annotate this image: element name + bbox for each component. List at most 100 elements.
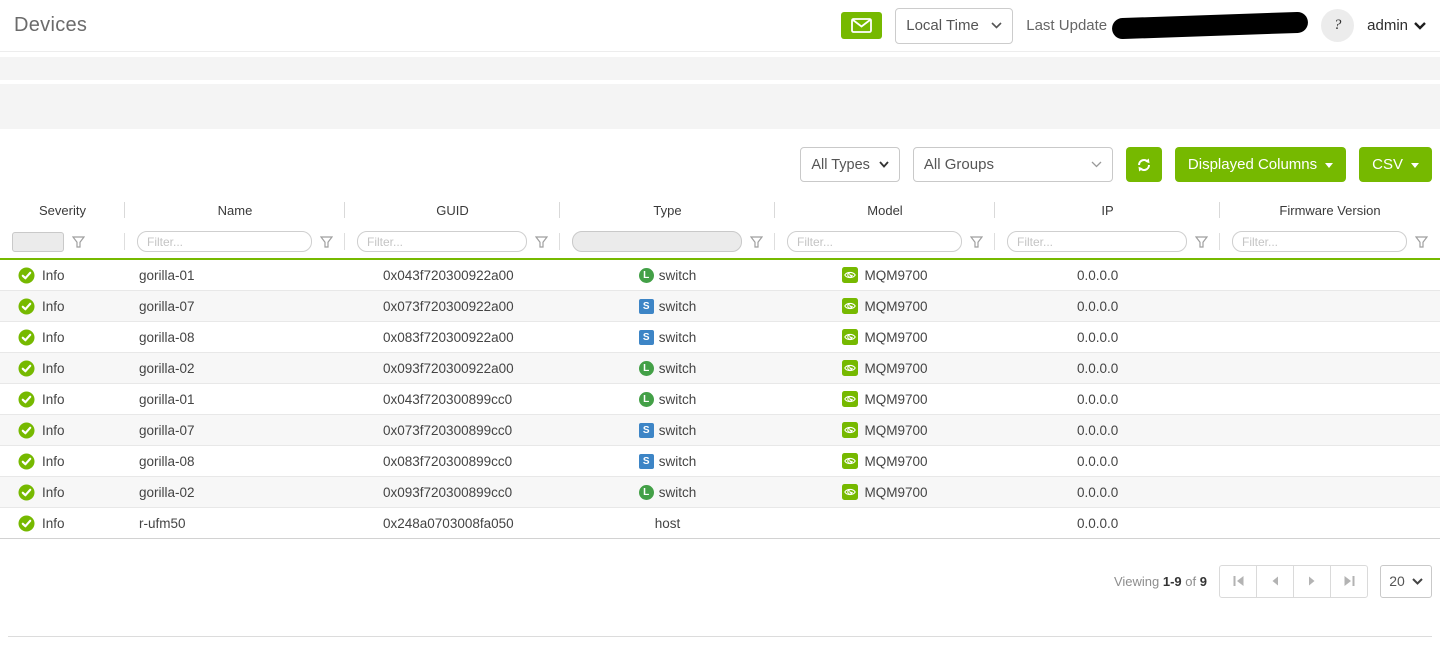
table-row[interactable]: Infogorilla-080x083f720300899cc0SswitchM…	[0, 446, 1440, 477]
firmware-cell	[1220, 353, 1440, 383]
type-column-filter-select[interactable]	[572, 231, 742, 252]
table-row[interactable]: Infogorilla-070x073f720300922a00SswitchM…	[0, 291, 1440, 322]
severity-label: Info	[42, 330, 65, 345]
page-size-select[interactable]: 20	[1380, 565, 1432, 598]
severity-cell: Info	[0, 415, 125, 445]
table-row[interactable]: Infogorilla-010x043f720300922a00LswitchM…	[0, 260, 1440, 291]
csv-button[interactable]: CSV	[1359, 147, 1432, 182]
funnel-icon[interactable]	[72, 236, 85, 248]
displayed-columns-button[interactable]: Displayed Columns	[1175, 147, 1346, 182]
funnel-icon[interactable]	[750, 236, 763, 248]
table-row[interactable]: Infogorilla-080x083f720300922a00SswitchM…	[0, 322, 1440, 353]
table-row[interactable]: Infogorilla-020x093f720300922a00LswitchM…	[0, 353, 1440, 384]
severity-cell: Info	[0, 384, 125, 414]
column-header-guid[interactable]: GUID	[345, 195, 560, 225]
filter-cell-severity	[0, 225, 125, 258]
table-row[interactable]: Infogorilla-010x043f720300899cc0LswitchM…	[0, 384, 1440, 415]
table-filter-row	[0, 225, 1440, 258]
type-label: switch	[659, 299, 697, 314]
type-label: host	[655, 516, 681, 531]
name-cell: gorilla-07	[125, 291, 345, 321]
severity-check-icon	[18, 298, 35, 315]
ip-cell: 0.0.0.0	[995, 291, 1220, 321]
table-row[interactable]: Infor-ufm500x248a0703008fa050host0.0.0.0	[0, 508, 1440, 539]
firmware-cell	[1220, 291, 1440, 321]
column-header-firmware[interactable]: Firmware Version	[1220, 195, 1440, 225]
viewing-of-label: of	[1185, 574, 1196, 589]
column-header-type[interactable]: Type	[560, 195, 775, 225]
spine-badge-icon: S	[639, 454, 654, 469]
type-filter-select[interactable]: All Types	[800, 147, 900, 182]
funnel-icon[interactable]	[1415, 236, 1428, 248]
model-cell: MQM9700	[775, 260, 995, 290]
help-button[interactable]: ?	[1321, 9, 1354, 42]
ip-cell: 0.0.0.0	[995, 477, 1220, 507]
column-header-model[interactable]: Model	[775, 195, 995, 225]
type-cell: Lswitch	[560, 353, 775, 383]
name-cell-text: gorilla-01	[139, 268, 195, 283]
previous-page-button[interactable]	[1256, 565, 1294, 598]
column-header-severity[interactable]: Severity	[0, 195, 125, 225]
firmware-cell	[1220, 260, 1440, 290]
name-filter-input[interactable]	[137, 231, 312, 252]
chevron-down-icon	[1091, 161, 1102, 168]
ip-filter-input[interactable]	[1007, 231, 1187, 252]
refresh-button[interactable]	[1126, 147, 1162, 182]
guid-filter-input[interactable]	[357, 231, 527, 252]
pagination-bar: Viewing 1-9 of 9 20	[0, 564, 1440, 598]
model-label: MQM9700	[864, 423, 927, 438]
name-cell-text: gorilla-01	[139, 392, 195, 407]
guid-cell-text: 0x248a0703008fa050	[383, 516, 514, 531]
group-filter-select[interactable]: All Groups	[913, 147, 1113, 182]
first-page-button[interactable]	[1219, 565, 1257, 598]
chevron-down-icon	[1412, 578, 1423, 585]
funnel-icon[interactable]	[970, 236, 983, 248]
column-header-ip[interactable]: IP	[995, 195, 1220, 225]
next-page-button[interactable]	[1293, 565, 1331, 598]
severity-cell: Info	[0, 322, 125, 352]
severity-label: Info	[42, 392, 65, 407]
ip-cell-text: 0.0.0.0	[1077, 454, 1118, 469]
severity-cell: Info	[0, 477, 125, 507]
firmware-cell	[1220, 446, 1440, 476]
timezone-select[interactable]: Local Time	[895, 8, 1013, 44]
table-row[interactable]: Infogorilla-020x093f720300899cc0LswitchM…	[0, 477, 1440, 508]
type-label: switch	[659, 423, 697, 438]
ip-cell: 0.0.0.0	[995, 322, 1220, 352]
name-cell: gorilla-02	[125, 353, 345, 383]
ip-cell: 0.0.0.0	[995, 260, 1220, 290]
table-header-row: Severity Name GUID Type Model IP Firmwar…	[0, 195, 1440, 225]
severity-label: Info	[42, 423, 65, 438]
last-page-button[interactable]	[1330, 565, 1368, 598]
previous-page-icon	[1271, 576, 1279, 586]
firmware-filter-input[interactable]	[1232, 231, 1407, 252]
model-label: MQM9700	[864, 330, 927, 345]
envelope-icon	[851, 18, 872, 33]
funnel-icon[interactable]	[535, 236, 548, 248]
table-row[interactable]: Infogorilla-070x073f720300899cc0SswitchM…	[0, 415, 1440, 446]
question-mark-icon: ?	[1334, 17, 1342, 34]
severity-filter-select[interactable]	[12, 232, 64, 252]
ip-cell-text: 0.0.0.0	[1077, 299, 1118, 314]
name-cell: r-ufm50	[125, 508, 345, 538]
guid-cell-text: 0x043f720300922a00	[383, 268, 514, 283]
type-filter-value: All Types	[811, 157, 870, 173]
filter-cell-guid	[345, 225, 560, 258]
funnel-icon[interactable]	[1195, 236, 1208, 248]
user-menu[interactable]: admin	[1367, 17, 1426, 34]
model-label: MQM9700	[864, 485, 927, 500]
ip-cell-text: 0.0.0.0	[1077, 361, 1118, 376]
chevron-down-icon	[991, 22, 1002, 29]
model-cell: MQM9700	[775, 384, 995, 414]
last-page-icon	[1343, 575, 1356, 587]
severity-label: Info	[42, 268, 65, 283]
funnel-icon[interactable]	[320, 236, 333, 248]
spine-badge-icon: S	[639, 299, 654, 314]
chevron-down-icon	[879, 161, 889, 168]
leaf-badge-icon: L	[639, 392, 654, 407]
model-filter-input[interactable]	[787, 231, 962, 252]
nvidia-logo-icon	[842, 267, 858, 283]
model-cell: MQM9700	[775, 477, 995, 507]
mail-button[interactable]	[841, 12, 882, 39]
column-header-name[interactable]: Name	[125, 195, 345, 225]
